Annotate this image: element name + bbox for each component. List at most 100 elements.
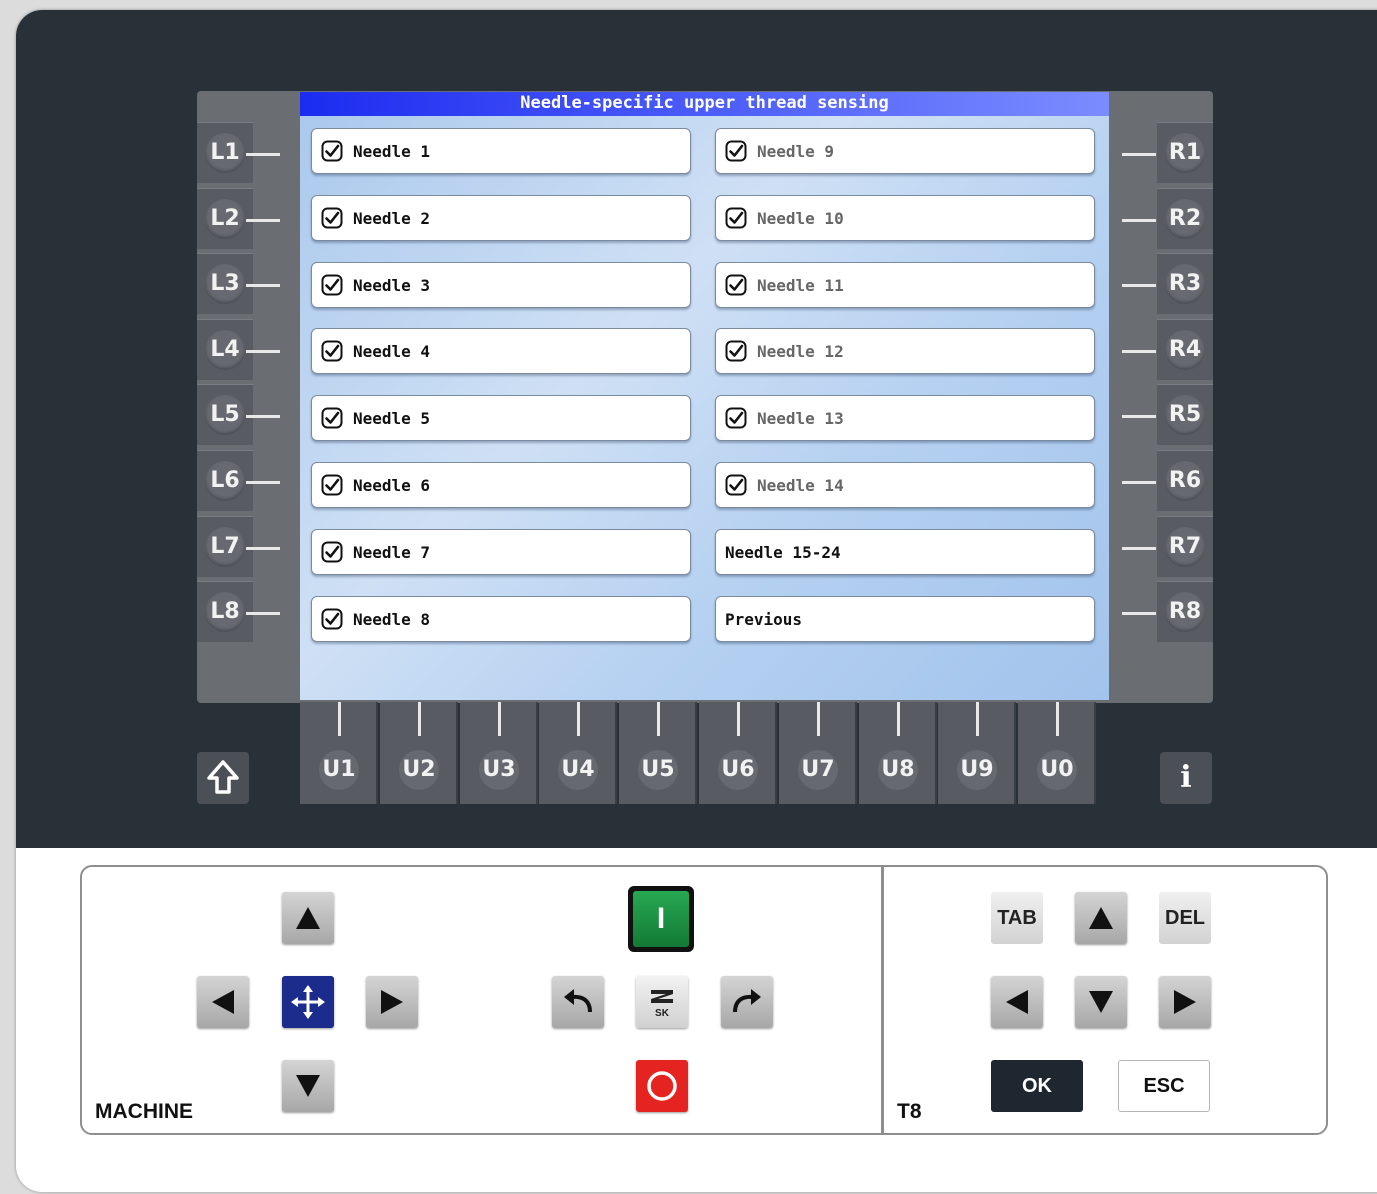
start-button[interactable]: I xyxy=(633,891,689,947)
t8-down-button[interactable] xyxy=(1075,976,1127,1028)
softkey-u4[interactable]: U4 xyxy=(539,702,617,804)
needle-checkbox-item[interactable]: Needle 4 xyxy=(311,328,691,374)
softkey-l5[interactable]: L5 xyxy=(197,384,280,445)
softkey-label: L7 xyxy=(205,527,245,567)
zsk-logo-button[interactable]: SK xyxy=(636,976,688,1028)
svg-text:SK: SK xyxy=(655,1008,670,1019)
start-button-frame: I xyxy=(628,886,694,952)
softkey-pointer-line xyxy=(1056,702,1059,736)
softkey-pointer-line xyxy=(246,219,280,222)
softkey-label: R3 xyxy=(1165,264,1205,304)
item-label: Needle 11 xyxy=(757,275,844,295)
softkey-l7[interactable]: L7 xyxy=(197,516,280,577)
softkey-r8[interactable]: R8 xyxy=(1122,581,1213,642)
softkey-u8[interactable]: U8 xyxy=(859,702,937,804)
softkey-label: L5 xyxy=(205,395,245,435)
del-button[interactable]: DEL xyxy=(1159,892,1211,944)
previous-page-item[interactable]: Previous xyxy=(715,596,1095,642)
machine-caption: MACHINE xyxy=(95,1100,193,1123)
shift-button[interactable] xyxy=(197,752,249,804)
machine-down-button[interactable] xyxy=(282,1060,334,1112)
needle-checkbox-item[interactable]: Needle 7 xyxy=(311,529,691,575)
screen-title: Needle-specific upper thread sensing xyxy=(300,92,1109,116)
softkey-label: U8 xyxy=(878,750,918,790)
item-label: Needle 2 xyxy=(353,208,431,228)
needle-checkbox-item[interactable]: Needle 3 xyxy=(311,262,691,308)
needle-checkbox-item[interactable]: Needle 5 xyxy=(311,395,691,441)
needle-checkbox-item[interactable]: Needle 12 xyxy=(715,328,1095,374)
esc-button[interactable]: ESC xyxy=(1118,1060,1210,1112)
softkey-u0[interactable]: U0 xyxy=(1018,702,1096,804)
checkbox-checked-icon xyxy=(321,207,343,229)
t8-right-button[interactable] xyxy=(1159,976,1211,1028)
needle-checkbox-item[interactable]: Needle 8 xyxy=(311,596,691,642)
softkey-u1[interactable]: U1 xyxy=(300,702,378,804)
item-label: Needle 15-24 xyxy=(725,542,841,562)
needle-checkbox-item[interactable]: Needle 9 xyxy=(715,128,1095,174)
machine-left-button[interactable] xyxy=(197,976,249,1028)
softkey-l2[interactable]: L2 xyxy=(197,188,280,249)
softkey-r3[interactable]: R3 xyxy=(1122,253,1213,314)
softkey-pointer-line xyxy=(657,702,660,736)
arrow-left-icon xyxy=(1006,990,1028,1014)
softkey-l4[interactable]: L4 xyxy=(197,319,280,380)
softkey-pointer-line xyxy=(1122,547,1156,550)
softkey-l6[interactable]: L6 xyxy=(197,450,280,511)
checkbox-checked-icon xyxy=(321,474,343,496)
item-label: Needle 1 xyxy=(353,141,431,161)
softkey-pointer-line xyxy=(246,284,280,287)
softkey-pointer-line xyxy=(1122,350,1156,353)
arrow-right-icon xyxy=(1174,990,1196,1014)
item-label: Previous xyxy=(725,609,803,629)
info-button[interactable]: i xyxy=(1160,752,1212,804)
softkey-u3[interactable]: U3 xyxy=(460,702,538,804)
machine-up-button[interactable] xyxy=(282,892,334,944)
softkey-label: U3 xyxy=(479,750,519,790)
redo-button[interactable] xyxy=(721,976,773,1028)
softkey-pointer-line xyxy=(418,702,421,736)
softkey-u5[interactable]: U5 xyxy=(619,702,697,804)
softkey-l1[interactable]: L1 xyxy=(197,122,280,183)
machine-right-button[interactable] xyxy=(366,976,418,1028)
softkey-label: L8 xyxy=(205,592,245,632)
needle-checkbox-item[interactable]: Needle 13 xyxy=(715,395,1095,441)
arrow-down-icon xyxy=(296,1075,320,1097)
stop-circle-icon xyxy=(647,1071,677,1101)
softkey-r5[interactable]: R5 xyxy=(1122,384,1213,445)
undo-button[interactable] xyxy=(552,976,604,1028)
softkey-pointer-line xyxy=(897,702,900,736)
softkey-r1[interactable]: R1 xyxy=(1122,122,1213,183)
softkey-u2[interactable]: U2 xyxy=(380,702,458,804)
needle-checkbox-item[interactable]: Needle 14 xyxy=(715,462,1095,508)
item-label: Needle 6 xyxy=(353,475,431,495)
machine-move-button[interactable] xyxy=(282,976,334,1028)
stop-button[interactable] xyxy=(636,1060,688,1112)
softkey-label: R6 xyxy=(1165,461,1205,501)
tab-button[interactable]: TAB xyxy=(991,892,1043,944)
needle-checkbox-item[interactable]: Needle 6 xyxy=(311,462,691,508)
t8-up-button[interactable] xyxy=(1075,892,1127,944)
softkey-u7[interactable]: U7 xyxy=(779,702,857,804)
softkey-r2[interactable]: R2 xyxy=(1122,188,1213,249)
next-page-item[interactable]: Needle 15-24 xyxy=(715,529,1095,575)
needle-checkbox-item[interactable]: Needle 10 xyxy=(715,195,1095,241)
softkey-pointer-line xyxy=(1122,415,1156,418)
redo-arrow-icon xyxy=(733,989,761,1013)
softkey-u9[interactable]: U9 xyxy=(938,702,1016,804)
ok-button[interactable]: OK xyxy=(991,1060,1083,1112)
softkey-u6[interactable]: U6 xyxy=(699,702,777,804)
softkey-label: R2 xyxy=(1165,199,1205,239)
t8-left-button[interactable] xyxy=(991,976,1043,1028)
softkey-label: R7 xyxy=(1165,527,1205,567)
display-housing: L1 L2 L3 L4 L5 L6 L7 L8 R1 R2 R3 R4 R5 R6 R7 R8 Needle… xyxy=(16,10,1377,848)
softkey-r4[interactable]: R4 xyxy=(1122,319,1213,380)
needle-checkbox-item[interactable]: Needle 11 xyxy=(715,262,1095,308)
needle-checkbox-item[interactable]: Needle 1 xyxy=(311,128,691,174)
softkey-l3[interactable]: L3 xyxy=(197,253,280,314)
needle-checkbox-item[interactable]: Needle 2 xyxy=(311,195,691,241)
softkey-l8[interactable]: L8 xyxy=(197,581,280,642)
softkey-r7[interactable]: R7 xyxy=(1122,516,1213,577)
softkey-r6[interactable]: R6 xyxy=(1122,450,1213,511)
softkey-label: U6 xyxy=(718,750,758,790)
item-label: Needle 12 xyxy=(757,341,844,361)
